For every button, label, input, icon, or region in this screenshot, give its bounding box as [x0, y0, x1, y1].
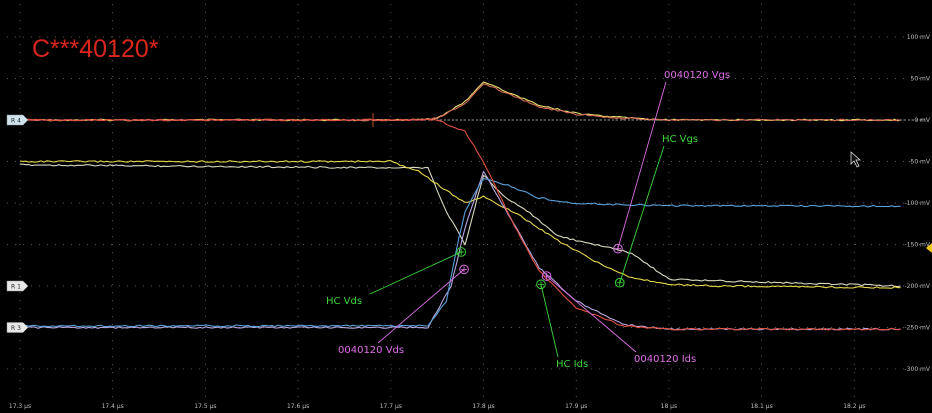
x-tick-label: 17.3 µs	[9, 403, 31, 410]
y-tick-label: -300 mV	[905, 366, 931, 373]
annotation-label: 0040120 Vgs	[664, 70, 730, 81]
channel-marker-label: R 4	[11, 117, 21, 124]
annotation-label: HC Ids	[556, 359, 588, 370]
x-tick-label: 18.2 µs	[843, 403, 865, 410]
y-tick-label: -250 mV	[905, 325, 931, 332]
x-tick-label: 17.8 µs	[472, 403, 494, 410]
y-tick-label: -50 mV	[908, 159, 931, 166]
annotation-label: HC Vds	[326, 296, 362, 307]
annotation-label: 0040120 Ids	[634, 354, 696, 365]
x-tick-label: 18 µs	[661, 403, 678, 410]
y-tick-label: 50 mV	[911, 76, 931, 83]
x-tick-label: 17.7 µs	[380, 403, 402, 410]
y-tick-label: 0 mV	[914, 117, 931, 124]
x-tick-label: 17.5 µs	[194, 403, 216, 410]
y-tick-label: -100 mV	[905, 200, 931, 207]
oscilloscope-chart: 0040120 Vgs HC Vgs HC Vds 0040120 Vds HC Ids…	[0, 0, 932, 413]
annotation-label: HC Vgs	[662, 134, 698, 145]
channel-marker-label: R 1	[11, 283, 21, 290]
y-tick-label: -200 mV	[905, 283, 931, 290]
x-tick-label: 18.1 µs	[750, 403, 772, 410]
x-tick-label: 17.6 µs	[287, 403, 309, 410]
y-tick-label: 100 mV	[907, 34, 931, 41]
annotation-label: 0040120 Vds	[338, 345, 404, 356]
x-tick-label: 17.4 µs	[102, 403, 124, 410]
x-tick-label: 17.9 µs	[565, 403, 587, 410]
channel-marker-label: R 3	[11, 325, 21, 332]
chart-title: C***40120*	[32, 35, 159, 63]
